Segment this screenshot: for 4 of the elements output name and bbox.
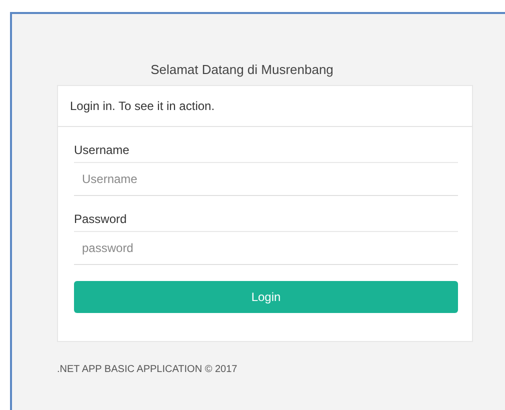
card-header: Login in. To see it in action. (58, 86, 472, 127)
footer-text: .NET APP BASIC APPLICATION © 2017 (57, 364, 238, 375)
page-title: Selamat Datang di Musrenbang (150, 62, 334, 77)
login-button[interactable]: Login (74, 281, 458, 313)
